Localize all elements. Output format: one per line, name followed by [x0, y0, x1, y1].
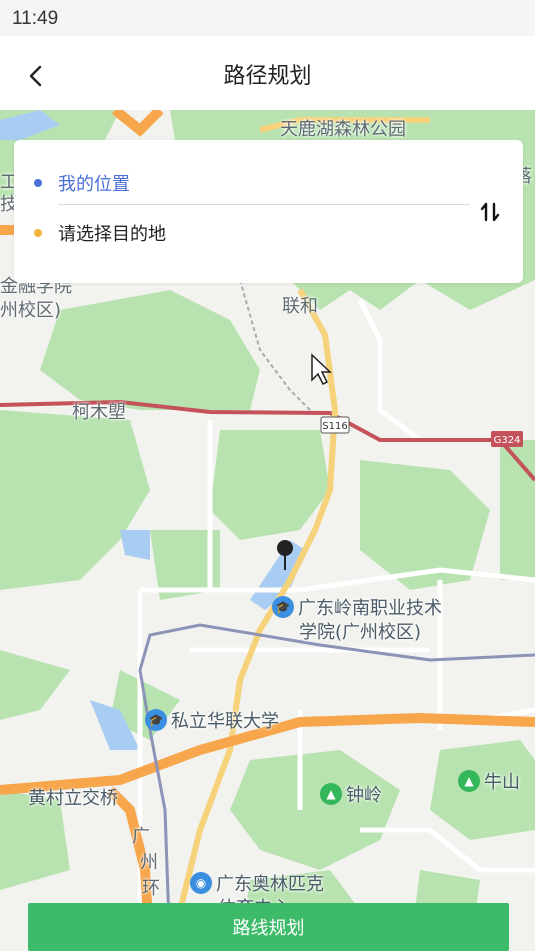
map-label-ring-2: 州 — [140, 852, 158, 873]
page-title: 路径规划 — [223, 64, 312, 89]
poi-olympic[interactable]: ◉ 广东奥林匹克 — [190, 870, 324, 896]
poi-hualian-label: 私立华联大学 — [171, 711, 279, 732]
destination-dot-icon — [34, 229, 42, 237]
school-icon: 🎓 — [272, 596, 294, 618]
map-label-lianhe: 联和 — [282, 296, 318, 317]
poi-lingnan-label-2: 学院(广州校区) — [299, 622, 422, 643]
school-icon: 🎓 — [145, 709, 167, 731]
poi-zhongling-label: 钟岭 — [346, 785, 382, 806]
map-label-park: 天鹿湖森林公园 — [280, 119, 406, 140]
map-label-kemutang: 柯木塱 — [72, 402, 126, 423]
status-time: 11:49 — [12, 8, 59, 29]
start-location-field[interactable]: 我的位置 — [34, 170, 130, 196]
destination-field[interactable]: 请选择目的地 — [34, 220, 166, 246]
poi-lingnan[interactable]: 🎓 广东岭南职业技术 — [272, 594, 442, 620]
poi-zhongling[interactable]: ▲ 钟岭 — [320, 781, 382, 807]
mountain-icon: ▲ — [320, 783, 342, 805]
map-label-finance-2: 州校区) — [0, 300, 62, 321]
destination-placeholder: 请选择目的地 — [58, 224, 166, 245]
poi-niushan-label: 牛山 — [484, 772, 520, 793]
app-header: 路径规划 — [0, 36, 535, 112]
route-card: 我的位置 请选择目的地 — [14, 140, 523, 283]
map-label-ring-3: 环 — [142, 878, 160, 899]
stadium-icon: ◉ — [190, 872, 212, 894]
swap-button[interactable] — [476, 198, 504, 226]
road-shield-s116: S116 — [320, 416, 350, 434]
swap-arrows-icon — [480, 202, 500, 222]
svg-text:G324: G324 — [494, 435, 521, 446]
mountain-icon: ▲ — [458, 770, 480, 792]
route-plan-button[interactable]: 路线规划 — [28, 903, 509, 951]
svg-text:S116: S116 — [322, 421, 347, 432]
map-label-huangcun: 黄村立交桥 — [28, 788, 118, 809]
poi-niushan[interactable]: ▲ 牛山 — [458, 768, 520, 794]
poi-olympic-label-1: 广东奥林匹克 — [216, 874, 324, 895]
poi-lingnan-label-1: 广东岭南职业技术 — [298, 598, 442, 619]
start-dot-icon — [34, 179, 42, 187]
map-label-ring-1: 广 — [132, 826, 150, 847]
status-bar: 11:49 — [0, 0, 535, 36]
poi-hualian[interactable]: 🎓 私立华联大学 — [145, 707, 279, 733]
road-shield-g324: G324 — [491, 431, 523, 447]
start-location-text: 我的位置 — [58, 174, 130, 195]
route-divider — [58, 204, 470, 205]
